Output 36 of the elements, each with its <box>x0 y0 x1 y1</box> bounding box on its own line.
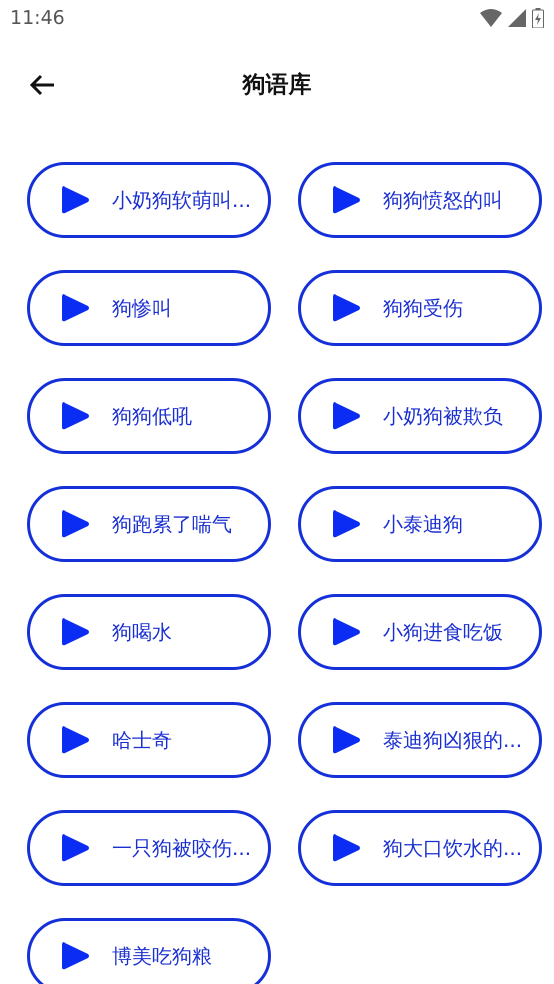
sound-button[interactable]: 一只狗被咬伤... <box>27 810 271 886</box>
sound-button[interactable]: 狗大口饮水的... <box>298 810 542 886</box>
sound-button[interactable]: 狗狗低吼 <box>27 378 271 454</box>
sound-button[interactable]: 小狗进食吃饭 <box>298 594 542 670</box>
wifi-icon <box>480 9 502 27</box>
play-icon <box>60 832 90 864</box>
sound-button[interactable]: 小奶狗软萌叫... <box>27 162 271 238</box>
play-icon <box>331 832 361 864</box>
sound-button[interactable]: 小泰迪狗 <box>298 486 542 562</box>
play-icon <box>331 184 361 216</box>
sound-button[interactable]: 哈士奇 <box>27 702 271 778</box>
battery-icon <box>532 8 544 28</box>
sound-button[interactable]: 狗喝水 <box>27 594 271 670</box>
status-time: 11:46 <box>10 6 65 31</box>
play-icon <box>60 724 90 756</box>
play-icon <box>60 508 90 540</box>
sound-button[interactable]: 狗狗受伤 <box>298 270 542 346</box>
sound-button[interactable]: 狗惨叫 <box>27 270 271 346</box>
play-icon <box>60 400 90 432</box>
play-icon <box>331 400 361 432</box>
sound-button[interactable]: 狗跑累了喘气 <box>27 486 271 562</box>
signal-icon <box>508 9 526 27</box>
play-icon <box>60 184 90 216</box>
play-icon <box>331 724 361 756</box>
sound-button[interactable]: 博美吃狗粮 <box>27 918 271 984</box>
play-icon <box>331 616 361 648</box>
sound-button[interactable]: 泰迪狗凶狠的... <box>298 702 542 778</box>
sound-button[interactable]: 小奶狗被欺负 <box>298 378 542 454</box>
play-icon <box>60 616 90 648</box>
play-icon <box>60 940 90 972</box>
page-title: 狗语库 <box>242 70 312 100</box>
play-icon <box>331 508 361 540</box>
play-icon <box>60 292 90 324</box>
play-icon <box>331 292 361 324</box>
back-arrow-icon <box>29 74 55 96</box>
sound-button[interactable]: 狗狗愤怒的叫 <box>298 162 542 238</box>
